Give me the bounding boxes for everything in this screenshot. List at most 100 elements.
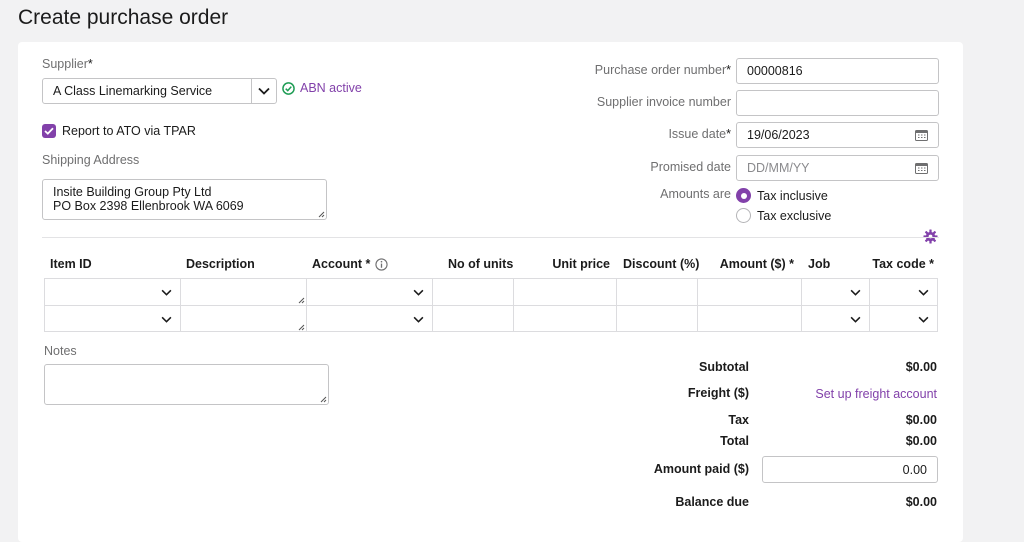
- unit-price-field[interactable]: [514, 279, 616, 305]
- report-tpar-label: Report to ATO via TPAR: [62, 124, 196, 138]
- report-tpar-row[interactable]: Report to ATO via TPAR: [42, 124, 196, 138]
- shipping-address-line2: PO Box 2398 Ellenbrook WA 6069: [53, 199, 244, 213]
- radio-tax-inclusive[interactable]: Tax inclusive: [736, 188, 828, 203]
- chevron-down-icon[interactable]: [161, 316, 172, 323]
- supplier-invoice-input[interactable]: [736, 90, 939, 116]
- promised-date-input[interactable]: DD/MM/YY: [736, 155, 939, 181]
- po-number-label-text: Purchase order number: [594, 63, 727, 77]
- col-header-account-text: Account *: [312, 257, 371, 271]
- chevron-down-icon[interactable]: [918, 289, 929, 296]
- tax-label: Tax: [728, 413, 749, 427]
- info-icon[interactable]: [375, 257, 388, 271]
- account-select[interactable]: [307, 279, 432, 305]
- total-label: Total: [720, 434, 749, 448]
- chevron-down-icon[interactable]: [161, 289, 172, 296]
- tax-code-select[interactable]: [870, 279, 937, 305]
- discount-field[interactable]: [617, 279, 697, 305]
- col-header-discount: Discount (%): [623, 257, 700, 271]
- balance-due-label: Balance due: [675, 495, 749, 509]
- required-mark: *: [87, 57, 93, 71]
- resize-handle-icon[interactable]: [298, 324, 305, 331]
- item-id-select[interactable]: [45, 279, 180, 305]
- subtotal-value: $0.00: [905, 360, 937, 374]
- col-header-unit-price: Unit price: [552, 257, 610, 271]
- notes-field[interactable]: [44, 364, 329, 405]
- amount-paid-input[interactable]: 0.00: [762, 456, 938, 483]
- account-select[interactable]: [307, 306, 432, 332]
- shipping-address-line1: Insite Building Group Pty Ltd: [53, 185, 212, 199]
- job-select[interactable]: [802, 279, 869, 305]
- promised-date-placeholder: DD/MM/YY: [747, 161, 810, 175]
- issue-date-label: Issue date*: [668, 127, 731, 141]
- line-items-table: [44, 278, 938, 332]
- supplier-invoice-label: Supplier invoice number: [596, 95, 731, 109]
- units-field[interactable]: [433, 279, 513, 305]
- promised-date-label: Promised date: [650, 160, 731, 174]
- balance-due-value: $0.00: [905, 495, 937, 509]
- gear-icon[interactable]: [923, 229, 938, 249]
- col-header-amount: Amount ($) *: [719, 257, 794, 271]
- abn-status-text[interactable]: ABN active: [300, 81, 362, 95]
- job-select[interactable]: [802, 306, 869, 332]
- chevron-down-icon[interactable]: [251, 79, 276, 103]
- resize-handle-icon[interactable]: [298, 297, 305, 304]
- shipping-address-label: Shipping Address: [42, 153, 140, 167]
- tax-value: $0.00: [905, 413, 937, 427]
- abn-status: ABN active: [282, 81, 362, 95]
- po-number-input[interactable]: 00000816: [736, 58, 939, 84]
- col-header-tax-code: Tax code *: [872, 257, 934, 271]
- required-mark: *: [726, 63, 731, 77]
- resize-handle-icon[interactable]: [318, 211, 325, 218]
- supplier-value: A Class Linemarking Service: [53, 84, 213, 98]
- chevron-down-icon[interactable]: [413, 316, 424, 323]
- issue-date-input[interactable]: 19/06/2023: [736, 122, 939, 148]
- col-header-job: Job: [808, 257, 831, 271]
- radio-tax-exclusive[interactable]: Tax exclusive: [736, 208, 831, 223]
- tax-code-select[interactable]: [870, 306, 937, 332]
- amounts-are-label: Amounts are: [660, 187, 731, 201]
- amount-paid-value: 0.00: [902, 462, 927, 477]
- check-circle-icon: [282, 81, 295, 95]
- chevron-down-icon[interactable]: [850, 316, 861, 323]
- freight-label: Freight ($): [687, 386, 749, 400]
- resize-handle-icon[interactable]: [320, 396, 327, 403]
- issue-date-value: 19/06/2023: [747, 128, 810, 142]
- chevron-down-icon[interactable]: [918, 316, 929, 323]
- section-divider: [42, 237, 939, 238]
- units-field[interactable]: [433, 306, 513, 332]
- chevron-down-icon[interactable]: [413, 289, 424, 296]
- calendar-icon[interactable]: [915, 162, 928, 174]
- supplier-label-text: Supplier: [42, 57, 88, 71]
- amount-paid-label: Amount paid ($): [653, 462, 749, 476]
- total-value: $0.00: [905, 434, 937, 448]
- radio-unselected[interactable]: [736, 208, 751, 223]
- radio-selected[interactable]: [736, 188, 751, 203]
- description-field[interactable]: [181, 279, 306, 305]
- issue-date-label-text: Issue date: [668, 127, 727, 141]
- calendar-icon[interactable]: [915, 129, 928, 141]
- item-id-select[interactable]: [45, 306, 180, 332]
- col-header-description: Description: [186, 257, 255, 271]
- notes-label: Notes: [44, 344, 77, 358]
- col-header-units: No of units: [448, 257, 514, 271]
- page-title: Create purchase order: [18, 6, 229, 29]
- purchase-order-card: Supplier* A Class Linemarking Service AB…: [18, 42, 963, 542]
- po-number-value: 00000816: [747, 64, 803, 78]
- supplier-select[interactable]: A Class Linemarking Service: [42, 78, 277, 104]
- po-number-label: Purchase order number*: [595, 63, 731, 77]
- discount-field[interactable]: [617, 306, 697, 332]
- unit-price-field[interactable]: [514, 306, 616, 332]
- col-header-account: Account *: [312, 257, 388, 271]
- subtotal-label: Subtotal: [699, 360, 749, 374]
- required-mark: *: [726, 127, 731, 141]
- radio-label: Tax inclusive: [757, 188, 828, 203]
- radio-label: Tax exclusive: [757, 208, 832, 223]
- supplier-label: Supplier*: [42, 57, 93, 71]
- amount-field[interactable]: [698, 306, 801, 332]
- setup-freight-link[interactable]: Set up freight account: [815, 387, 937, 401]
- chevron-down-icon[interactable]: [850, 289, 861, 296]
- amount-field[interactable]: [698, 279, 801, 305]
- description-field[interactable]: [181, 306, 306, 332]
- shipping-address-field[interactable]: Insite Building Group Pty Ltd PO Box 239…: [42, 179, 327, 220]
- report-tpar-checkbox[interactable]: [42, 124, 56, 138]
